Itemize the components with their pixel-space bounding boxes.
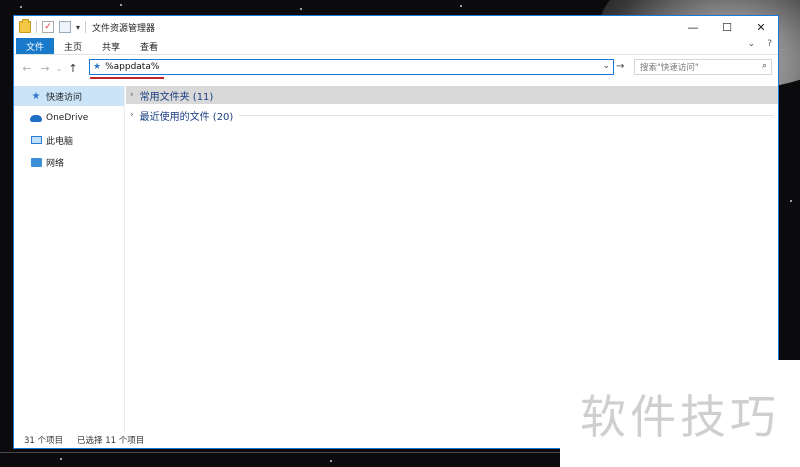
tab-view[interactable]: 查看: [130, 38, 168, 54]
pin-star-icon: ★: [31, 90, 41, 102]
group-label: 常用文件夹 (11): [139, 91, 214, 103]
sidebar-item-this-pc[interactable]: 此电脑: [14, 130, 124, 150]
tab-file[interactable]: 文件: [16, 38, 55, 54]
sidebar-item-quick-access[interactable]: ★ 快速访问: [14, 86, 124, 106]
sidebar-item-network[interactable]: 网络: [14, 152, 124, 172]
search-icon[interactable]: ⌕: [762, 61, 767, 71]
cloud-icon: [30, 112, 42, 124]
forward-arrow-icon[interactable]: →: [36, 62, 54, 75]
pin-star-icon: ★: [93, 62, 102, 72]
back-arrow-icon[interactable]: ←: [18, 62, 36, 75]
search-placeholder: 搜索"快速访问": [640, 63, 699, 73]
minimize-button[interactable]: —: [676, 16, 710, 38]
group-recent-files[interactable]: › 最近使用的文件 (20): [126, 106, 778, 124]
star: [460, 5, 462, 7]
up-arrow-icon[interactable]: ↑: [64, 62, 82, 75]
sidebar-item-label: OneDrive: [46, 113, 89, 123]
go-arrow-icon[interactable]: →: [616, 61, 624, 72]
selected-count: 已选择 11 个项目: [77, 436, 145, 446]
title-bar: ✓ ▾ 文件资源管理器 — ☐ ✕: [14, 16, 778, 38]
group-label: 最近使用的文件 (20): [139, 111, 234, 123]
toolbar-separator: [85, 21, 87, 33]
help-icon[interactable]: ?: [767, 39, 772, 49]
address-highlight-underline: [90, 77, 164, 79]
folder-icon[interactable]: [19, 19, 31, 33]
sidebar-item-label: 网络: [46, 158, 65, 169]
pc-icon: [30, 134, 42, 146]
chevron-right-icon[interactable]: ›: [130, 110, 134, 120]
maximize-button[interactable]: ☐: [710, 16, 744, 38]
star: [20, 6, 22, 8]
toolbar-separator: [36, 21, 37, 33]
customize-toolbar-dropdown-icon[interactable]: ▾: [76, 23, 80, 32]
ribbon-tabs: 文件 主页 共享 查看 ⌄ ?: [14, 38, 778, 55]
chevron-right-icon[interactable]: ›: [130, 90, 134, 100]
properties-icon[interactable]: ✓: [42, 21, 54, 33]
group-divider: [239, 114, 774, 116]
address-bar[interactable]: ★ %appdata% ⌄: [89, 59, 614, 75]
group-frequent-folders[interactable]: › 常用文件夹 (11): [126, 86, 778, 104]
sidebar-item-label: 快速访问: [46, 92, 83, 103]
new-folder-icon[interactable]: [59, 21, 71, 33]
address-input-value[interactable]: %appdata%: [105, 62, 159, 72]
sidebar-item-onedrive[interactable]: OneDrive: [14, 108, 124, 128]
star: [330, 460, 332, 462]
tab-home[interactable]: 主页: [54, 38, 92, 54]
navigation-pane: ★ 快速访问 OneDrive 此电脑 网络: [14, 86, 125, 432]
watermark-text: 软件技巧: [560, 360, 800, 467]
quick-access-toolbar: ✓ ▾: [14, 19, 87, 33]
expand-ribbon-icon[interactable]: ⌄: [748, 39, 756, 49]
window-title: 文件资源管理器: [92, 23, 156, 34]
navigation-bar: ← → ⌄ ↑ ★ %appdata% ⌄ → 搜索"快速访问" ⌕: [14, 56, 778, 80]
item-count: 31 个项目: [24, 436, 64, 446]
group-divider: [219, 95, 774, 96]
search-box[interactable]: 搜索"快速访问" ⌕: [634, 59, 772, 75]
sidebar-item-label: 此电脑: [46, 136, 74, 147]
ribbon-right-controls: ⌄ ?: [748, 39, 772, 49]
star: [790, 200, 792, 202]
address-dropdown-icon[interactable]: ⌄: [602, 61, 610, 71]
window-controls: — ☐ ✕: [676, 16, 778, 38]
star: [60, 458, 62, 460]
star: [120, 4, 122, 6]
close-button[interactable]: ✕: [744, 16, 778, 38]
tab-share[interactable]: 共享: [92, 38, 130, 54]
recent-dropdown-icon[interactable]: ⌄: [54, 64, 64, 73]
network-icon: [30, 156, 42, 168]
star: [300, 8, 302, 10]
